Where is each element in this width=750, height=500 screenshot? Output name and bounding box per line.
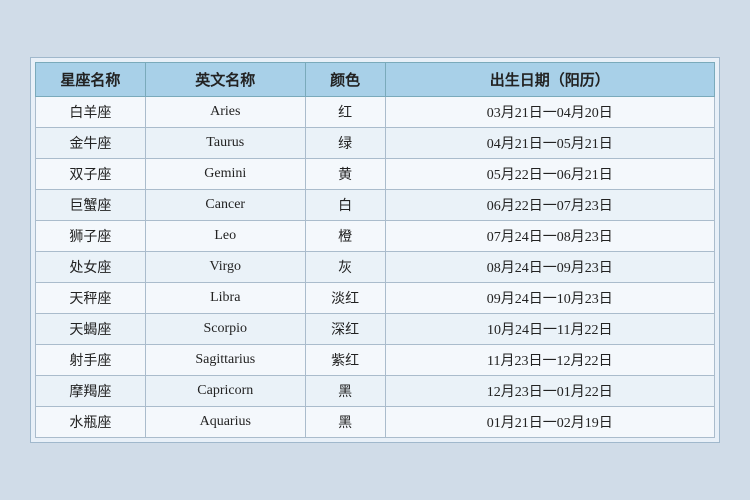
cell-zh-name: 双子座 [36,159,146,190]
cell-zh-name: 金牛座 [36,128,146,159]
header-date: 出生日期（阳历） [385,63,714,97]
cell-en-name: Aquarius [145,407,305,438]
cell-color: 黄 [305,159,385,190]
cell-zh-name: 水瓶座 [36,407,146,438]
cell-date: 07月24日一08月23日 [385,221,714,252]
cell-zh-name: 摩羯座 [36,376,146,407]
table-row: 天蝎座Scorpio深红10月24日一11月22日 [36,314,715,345]
table-row: 狮子座Leo橙07月24日一08月23日 [36,221,715,252]
cell-en-name: Libra [145,283,305,314]
table-row: 天秤座Libra淡红09月24日一10月23日 [36,283,715,314]
cell-date: 09月24日一10月23日 [385,283,714,314]
cell-date: 06月22日一07月23日 [385,190,714,221]
cell-en-name: Sagittarius [145,345,305,376]
cell-color: 紫红 [305,345,385,376]
cell-date: 04月21日一05月21日 [385,128,714,159]
cell-date: 12月23日一01月22日 [385,376,714,407]
table-row: 处女座Virgo灰08月24日一09月23日 [36,252,715,283]
cell-date: 01月21日一02月19日 [385,407,714,438]
table-row: 水瓶座Aquarius黑01月21日一02月19日 [36,407,715,438]
cell-en-name: Gemini [145,159,305,190]
cell-en-name: Cancer [145,190,305,221]
table-row: 射手座Sagittarius紫红11月23日一12月22日 [36,345,715,376]
cell-date: 05月22日一06月21日 [385,159,714,190]
zodiac-table: 星座名称 英文名称 颜色 出生日期（阳历） 白羊座Aries红03月21日一04… [35,62,715,438]
cell-zh-name: 天蝎座 [36,314,146,345]
cell-color: 黑 [305,407,385,438]
cell-date: 11月23日一12月22日 [385,345,714,376]
cell-zh-name: 处女座 [36,252,146,283]
table-row: 白羊座Aries红03月21日一04月20日 [36,97,715,128]
header-zh-name: 星座名称 [36,63,146,97]
cell-color: 绿 [305,128,385,159]
table-row: 摩羯座Capricorn黑12月23日一01月22日 [36,376,715,407]
table-row: 金牛座Taurus绿04月21日一05月21日 [36,128,715,159]
cell-zh-name: 天秤座 [36,283,146,314]
cell-date: 10月24日一11月22日 [385,314,714,345]
cell-en-name: Capricorn [145,376,305,407]
table-body: 白羊座Aries红03月21日一04月20日金牛座Taurus绿04月21日一0… [36,97,715,438]
cell-en-name: Scorpio [145,314,305,345]
header-color: 颜色 [305,63,385,97]
cell-color: 灰 [305,252,385,283]
header-en-name: 英文名称 [145,63,305,97]
cell-en-name: Aries [145,97,305,128]
table-row: 双子座Gemini黄05月22日一06月21日 [36,159,715,190]
cell-color: 深红 [305,314,385,345]
cell-color: 淡红 [305,283,385,314]
cell-date: 03月21日一04月20日 [385,97,714,128]
cell-color: 橙 [305,221,385,252]
cell-zh-name: 白羊座 [36,97,146,128]
cell-color: 黑 [305,376,385,407]
zodiac-table-container: 星座名称 英文名称 颜色 出生日期（阳历） 白羊座Aries红03月21日一04… [30,57,720,443]
cell-color: 白 [305,190,385,221]
cell-date: 08月24日一09月23日 [385,252,714,283]
table-row: 巨蟹座Cancer白06月22日一07月23日 [36,190,715,221]
cell-zh-name: 射手座 [36,345,146,376]
cell-en-name: Taurus [145,128,305,159]
table-header-row: 星座名称 英文名称 颜色 出生日期（阳历） [36,63,715,97]
cell-color: 红 [305,97,385,128]
cell-en-name: Leo [145,221,305,252]
cell-en-name: Virgo [145,252,305,283]
cell-zh-name: 巨蟹座 [36,190,146,221]
cell-zh-name: 狮子座 [36,221,146,252]
